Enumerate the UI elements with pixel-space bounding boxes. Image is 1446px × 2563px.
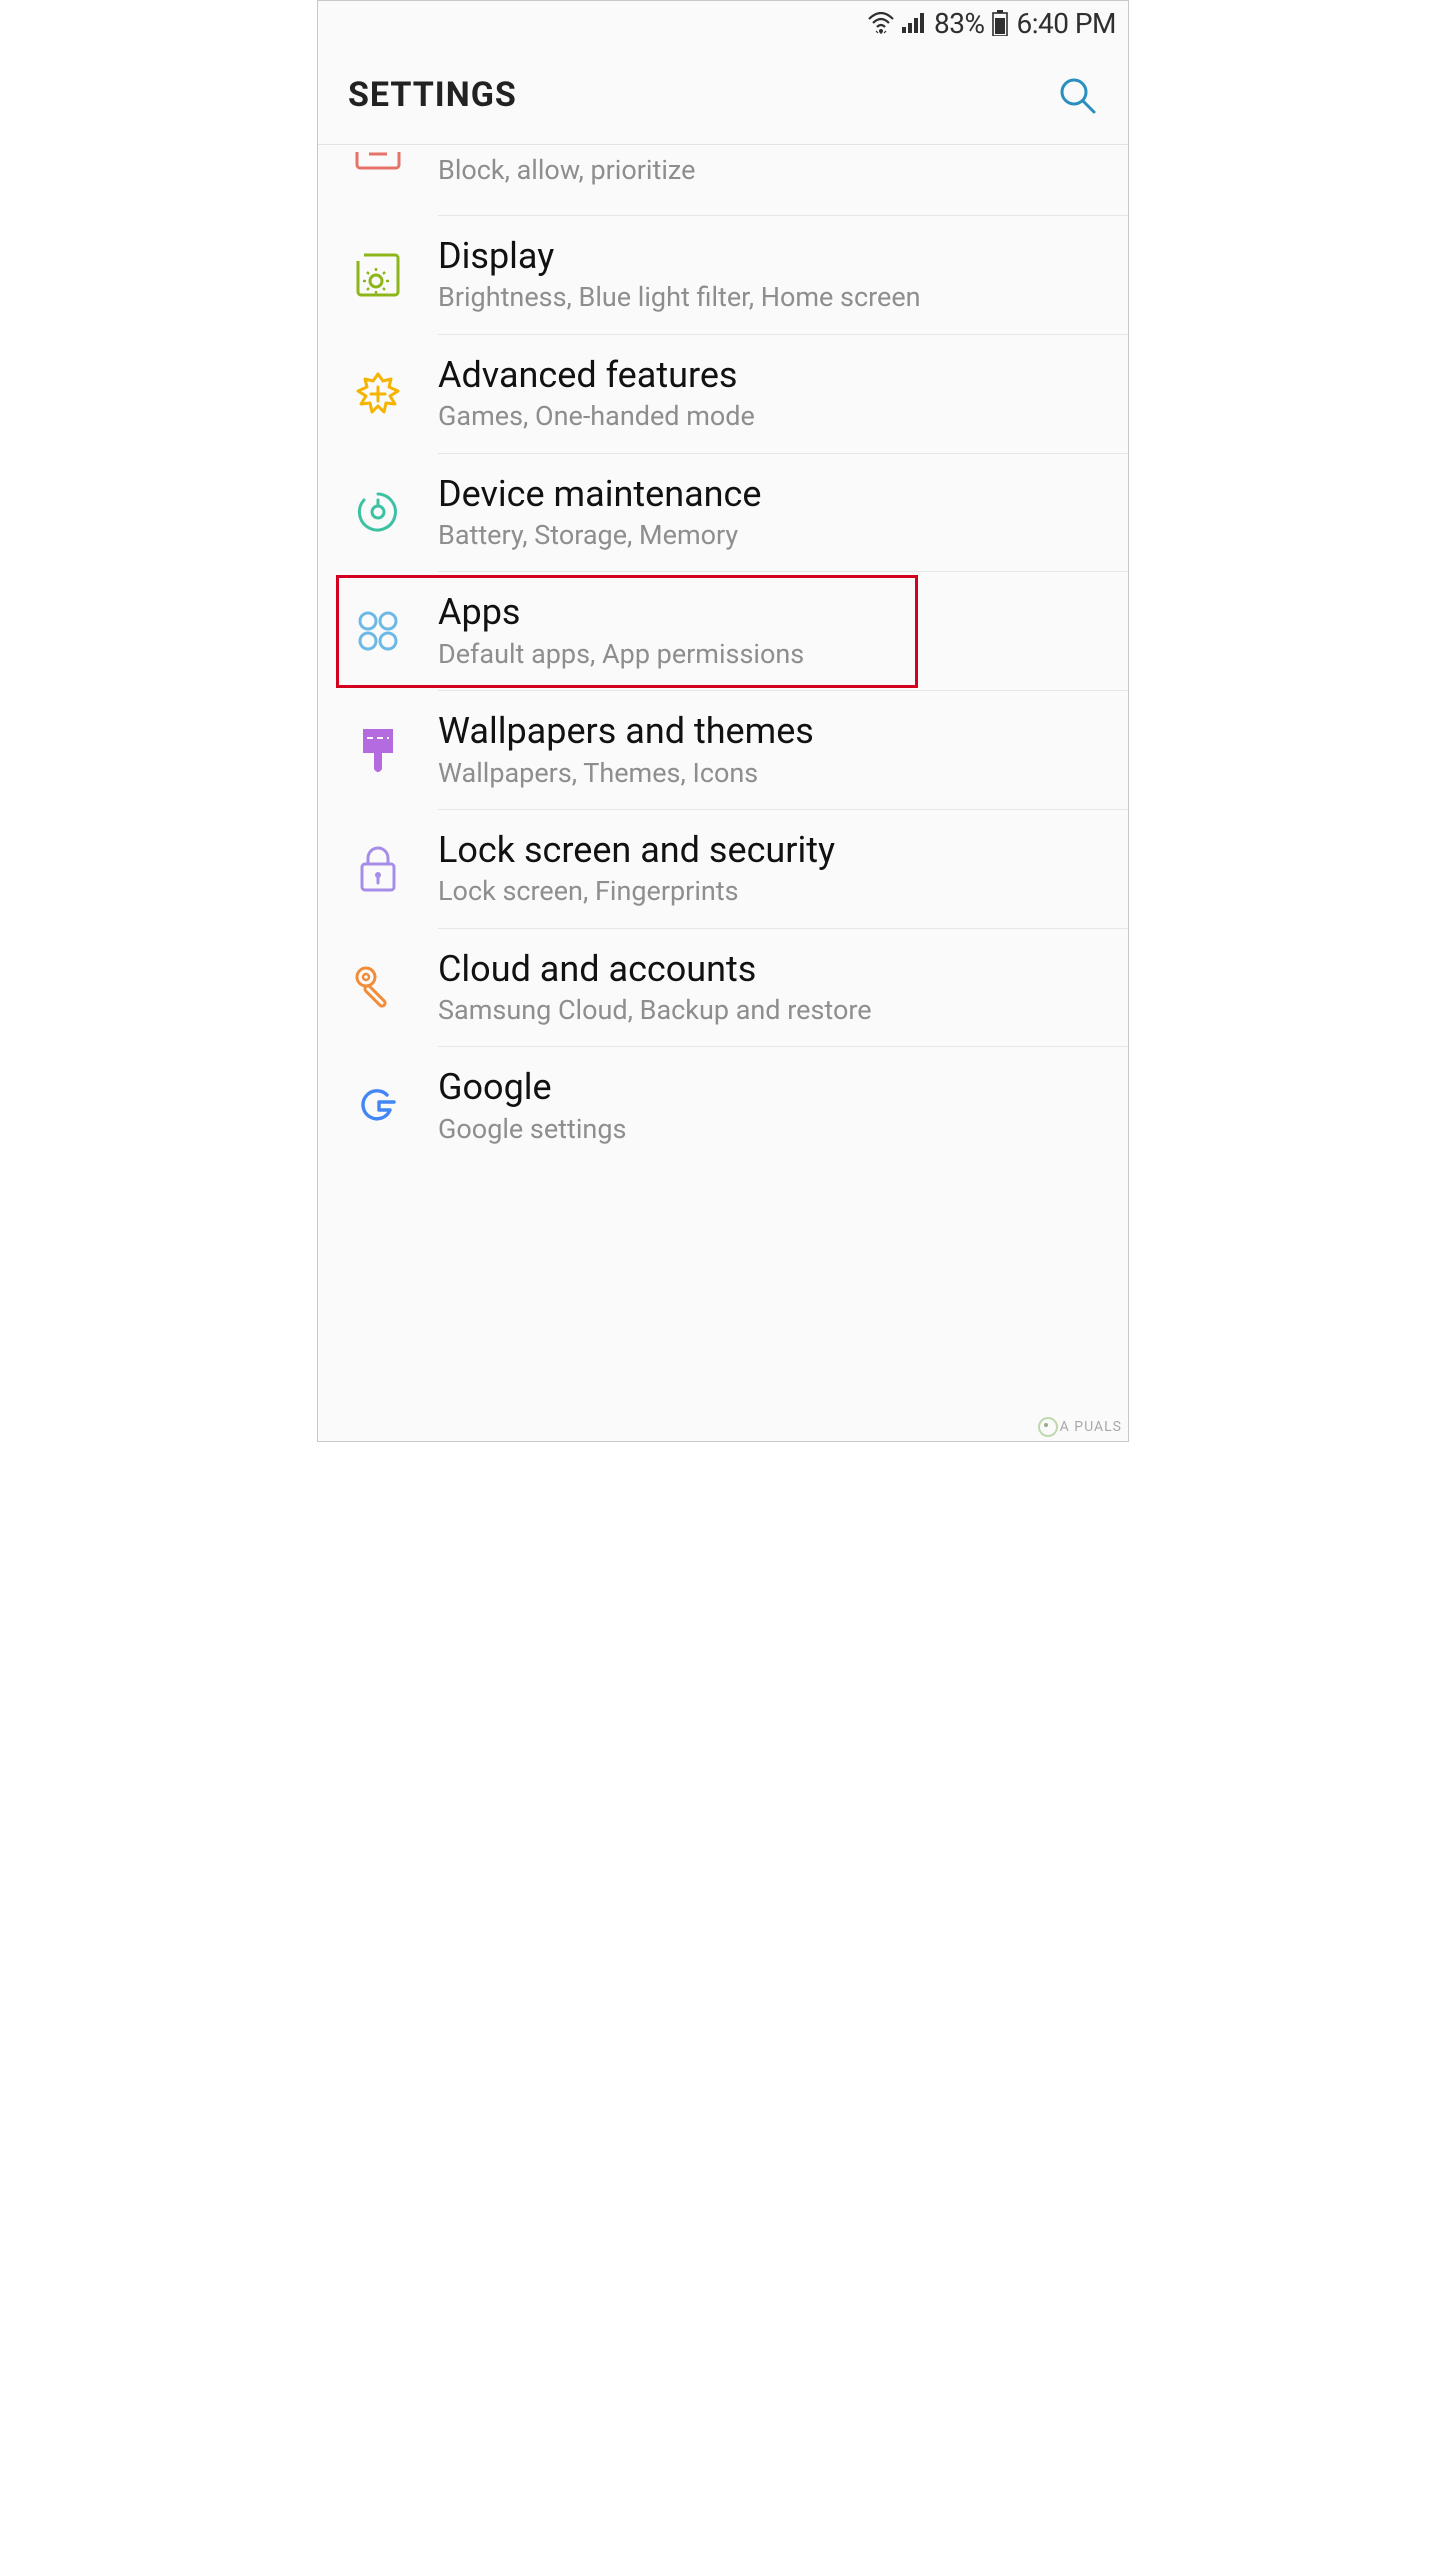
watermark: A PUALS: [1038, 1417, 1122, 1437]
settings-item-wallpapers-themes[interactable]: Wallpapers and themes Wallpapers, Themes…: [318, 691, 1128, 809]
item-subtitle: Brightness, Blue light filter, Home scre…: [438, 281, 1108, 313]
search-button[interactable]: [1056, 74, 1098, 116]
apps-icon: [348, 608, 408, 654]
settings-list[interactable]: Block, allow, prioritize: [318, 145, 1128, 1165]
settings-item-advanced-features[interactable]: Advanced features Games, One-handed mode: [318, 335, 1128, 453]
advanced-features-icon: [348, 369, 408, 419]
page-title: SETTINGS: [348, 75, 517, 115]
item-subtitle: Lock screen, Fingerprints: [438, 875, 1108, 907]
display-icon: [348, 251, 408, 299]
item-title: Display: [438, 236, 1108, 277]
device-maintenance-icon: [348, 488, 408, 536]
settings-item-google[interactable]: Google Google settings: [318, 1047, 1128, 1165]
battery-icon: [992, 10, 1008, 36]
clock-time: 6:40 PM: [1016, 7, 1116, 40]
settings-item-apps[interactable]: Apps Default apps, App permissions: [318, 572, 1128, 690]
settings-screen: 83% 6:40 PM SETTINGS: [317, 0, 1129, 1442]
item-title: Wallpapers and themes: [438, 711, 1108, 752]
settings-item-display[interactable]: Display Brightness, Blue light filter, H…: [318, 216, 1128, 334]
item-title: Advanced features: [438, 355, 1108, 396]
app-header: SETTINGS: [318, 45, 1128, 145]
google-icon: [348, 1082, 408, 1130]
item-title: Google: [438, 1067, 1108, 1108]
settings-item-cloud-accounts[interactable]: Cloud and accounts Samsung Cloud, Backup…: [318, 929, 1128, 1047]
notifications-icon: [348, 152, 408, 188]
item-subtitle: Wallpapers, Themes, Icons: [438, 757, 1108, 789]
item-subtitle: Samsung Cloud, Backup and restore: [438, 994, 1108, 1026]
item-subtitle: Block, allow, prioritize: [438, 154, 1108, 186]
item-subtitle: Default apps, App permissions: [438, 638, 1108, 670]
settings-item-notifications[interactable]: Block, allow, prioritize: [318, 145, 1128, 215]
lock-icon: [348, 844, 408, 894]
wallpapers-icon: [348, 725, 408, 775]
wifi-icon: [868, 12, 894, 34]
settings-item-lock-screen[interactable]: Lock screen and security Lock screen, Fi…: [318, 810, 1128, 928]
status-bar: 83% 6:40 PM: [318, 1, 1128, 45]
cloud-accounts-icon: [348, 963, 408, 1013]
battery-percent: 83%: [934, 7, 984, 40]
item-title: Device maintenance: [438, 474, 1108, 515]
item-subtitle: Games, One-handed mode: [438, 400, 1108, 432]
signal-icon: [902, 13, 926, 33]
item-title: Apps: [438, 592, 1108, 633]
item-subtitle: Google settings: [438, 1113, 1108, 1145]
settings-item-device-maintenance[interactable]: Device maintenance Battery, Storage, Mem…: [318, 454, 1128, 572]
item-title: Lock screen and security: [438, 830, 1108, 871]
watermark-text: A PUALS: [1060, 1419, 1122, 1435]
item-title: Cloud and accounts: [438, 949, 1108, 990]
item-subtitle: Battery, Storage, Memory: [438, 519, 1108, 551]
